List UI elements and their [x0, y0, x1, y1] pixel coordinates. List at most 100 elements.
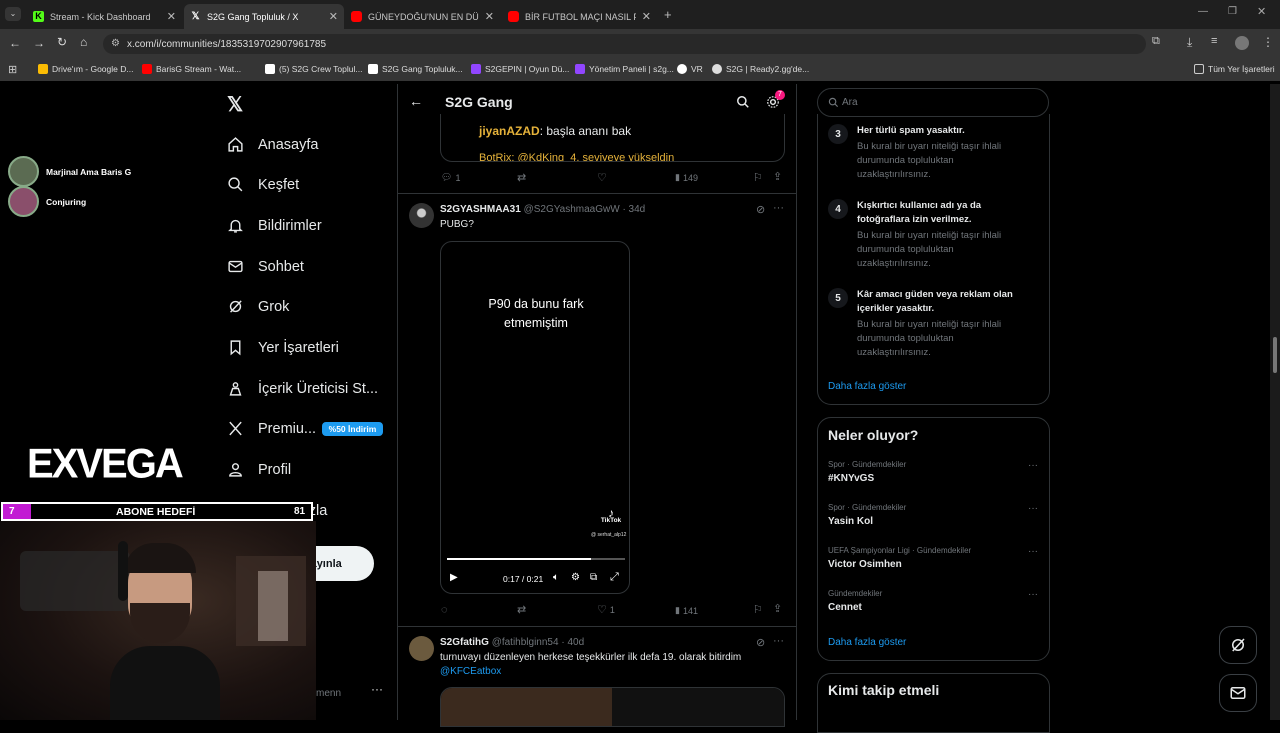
show-more-rules-link[interactable]: Daha fazla göster [828, 381, 906, 392]
site-info-icon[interactable]: ⚙ [111, 38, 120, 49]
restore-button[interactable]: ❐ [1228, 6, 1237, 17]
grok-icon[interactable]: ⊘ [756, 203, 765, 216]
close-icon[interactable]: ✕ [642, 10, 651, 23]
tweet-time[interactable]: · 34d [622, 204, 645, 215]
tab-list-button[interactable]: ⌄ [5, 7, 21, 21]
author-handle[interactable]: @S2GYashmaaGwW [524, 204, 620, 215]
tab-kick[interactable]: K Stream - Kick Dashboard ✕ [27, 4, 182, 29]
x-logo-icon[interactable]: 𝕏 [227, 92, 243, 117]
back-icon[interactable]: ← [9, 36, 21, 50]
author-handle[interactable]: @fatihblginn54 [492, 637, 559, 648]
trend-item[interactable]: Spor · Gündemdekiler Yasin Kol ··· [828, 503, 1038, 527]
video-progress-track[interactable] [447, 558, 625, 560]
close-icon[interactable]: ✕ [329, 10, 338, 23]
video-player[interactable]: P90 da bunu fark etmemiştim ♪ TikTok @ s… [440, 241, 630, 594]
bookmark-s2g-gang[interactable]: S2G Gang Topluluk... [368, 64, 463, 74]
mention-link[interactable]: @KFCEatbox [440, 666, 501, 677]
avatar[interactable] [409, 636, 434, 661]
more-icon[interactable]: ··· [1028, 460, 1038, 471]
tab-s2g-gang[interactable]: 𝕏 S2G Gang Topluluk / X ✕ [184, 4, 344, 29]
bookmark-all[interactable]: Tüm Yer İşaretleri [1194, 64, 1275, 74]
reply-button[interactable]: ◌ [441, 604, 448, 616]
like-button[interactable]: ♡ [597, 171, 607, 184]
sidebar-item-grok[interactable]: Grok [227, 298, 289, 315]
share-button[interactable]: ⇪ [773, 602, 782, 615]
sidebar-item-home[interactable]: Anasayfa [227, 136, 318, 153]
premium-discount-badge[interactable]: %50 İndirim [322, 422, 383, 436]
profile-avatar[interactable] [1235, 36, 1249, 50]
apps-icon[interactable]: ⊞ [8, 63, 17, 76]
bookmark-barisg[interactable]: BarisG Stream - Wat... [142, 64, 241, 74]
sidebar-item-bookmarks[interactable]: Yer İşaretleri [227, 339, 339, 356]
pip-icon[interactable]: ⧉ [590, 572, 597, 583]
play-icon[interactable]: ▶ [450, 572, 458, 583]
bookmark-ready2gg[interactable]: S2G | Ready2.gg'de... [712, 64, 809, 74]
views-button[interactable]: ▮ 149 [675, 172, 698, 183]
search-input[interactable]: Ara [842, 97, 858, 108]
close-icon[interactable]: ✕ [485, 10, 494, 23]
extensions-icon[interactable]: ⧉ [1152, 35, 1160, 48]
more-icon[interactable]: ··· [371, 682, 383, 696]
home-browser-icon[interactable]: ⌂ [80, 35, 87, 49]
new-tab-button[interactable]: + [664, 7, 672, 22]
tab-youtube-2[interactable]: BİR FUTBOL MAÇI NASIL FACİA ✕ [502, 4, 657, 29]
messages-float-button[interactable] [1219, 674, 1257, 712]
sidebar-item-premium[interactable]: Premiu... [227, 420, 316, 437]
download-icon[interactable]: ⤓ [1187, 35, 1192, 50]
bookmark-button[interactable]: ⚐ [753, 171, 763, 184]
tab-title: GÜNEYDOĞU'NUN EN DÜŞÜK [368, 11, 479, 22]
sidebar-item-notifications[interactable]: Bildirimler [227, 217, 322, 234]
show-more-trends-link[interactable]: Daha fazla göster [828, 637, 906, 648]
sidebar-item-explore[interactable]: Keşfet [227, 176, 299, 193]
share-button[interactable]: ⇪ [773, 170, 782, 183]
author-name[interactable]: S2GfatihG [440, 637, 489, 648]
author-name[interactable]: S2GYASHMAA31 [440, 204, 521, 215]
bookmark-button[interactable]: ⚐ [753, 603, 763, 616]
back-arrow-icon[interactable]: ← [409, 93, 423, 109]
grok-float-button[interactable] [1219, 626, 1257, 664]
sidebar-item-profile[interactable]: Profil [227, 461, 291, 478]
trend-item[interactable]: UEFA Şampiyonlar Ligi · Gündemdekiler Vi… [828, 546, 1038, 570]
minimize-button[interactable]: — [1198, 6, 1208, 17]
tweet-media[interactable] [440, 687, 785, 727]
sidebar-item-messages[interactable]: Sohbet [227, 258, 304, 275]
bookmark-yonetim[interactable]: Yönetim Paneli | s2g... [575, 64, 674, 74]
repost-button[interactable]: ⇄ [517, 603, 526, 616]
media-icon[interactable]: ≡ [1211, 35, 1217, 47]
window-close-button[interactable]: ✕ [1257, 5, 1266, 18]
reply-button[interactable]: 💬︎ 1 [441, 172, 460, 183]
volume-icon[interactable]: 🔈︎ [553, 572, 559, 583]
scrollbar[interactable] [1270, 84, 1280, 720]
more-icon[interactable]: ··· [1028, 503, 1038, 514]
quoted-tweet[interactable]: jiyanAZAD: başla ananı bak BotRix: @KdKi… [440, 114, 785, 162]
browser-menu-icon[interactable]: ⋮ [1262, 35, 1274, 49]
tweet-time[interactable]: · 40d [561, 637, 584, 648]
trend-item[interactable]: Gündemdekiler Cennet ··· [828, 589, 1038, 613]
more-icon[interactable]: ··· [1028, 589, 1038, 600]
bookmark-s2gepin[interactable]: S2GEPIN | Oyun Dü... [471, 64, 569, 74]
bookmark-s2g-crew[interactable]: (5) S2G Crew Toplul... [265, 64, 362, 74]
more-icon[interactable]: ··· [773, 202, 784, 214]
views-button[interactable]: ▮ 141 [675, 605, 698, 616]
bookmark-drive[interactable]: Drive'ım - Google D... [38, 64, 133, 74]
repost-button[interactable]: ⇄ [517, 171, 526, 184]
close-icon[interactable]: ✕ [167, 10, 176, 23]
address-bar[interactable]: ⚙ x.com/i/communities/183531970290796178… [103, 34, 1146, 54]
avatar[interactable] [409, 203, 434, 228]
search-box[interactable]: Ara [817, 88, 1049, 117]
bookmark-vr[interactable]: VR [677, 64, 703, 74]
trend-item[interactable]: Spor · Gündemdekiler #KNYvGS ··· [828, 460, 1038, 484]
fullscreen-icon[interactable]: ⤢ [610, 571, 619, 584]
x-logo-icon [368, 64, 378, 74]
search-icon[interactable] [736, 95, 750, 109]
reload-icon[interactable]: ↻ [57, 35, 67, 49]
like-button[interactable]: ♡ 1 [597, 603, 615, 616]
settings-icon[interactable]: ⚙ [571, 572, 580, 583]
scrollbar-thumb[interactable] [1273, 337, 1277, 373]
sidebar-item-creator-studio[interactable]: İçerik Üreticisi St... [227, 380, 378, 397]
more-icon[interactable]: ··· [1028, 546, 1038, 557]
tab-youtube-1[interactable]: GÜNEYDOĞU'NUN EN DÜŞÜK ✕ [345, 4, 500, 29]
more-icon[interactable]: ··· [773, 635, 784, 647]
grok-icon[interactable]: ⊘ [756, 636, 765, 649]
forward-icon[interactable]: → [33, 36, 45, 50]
